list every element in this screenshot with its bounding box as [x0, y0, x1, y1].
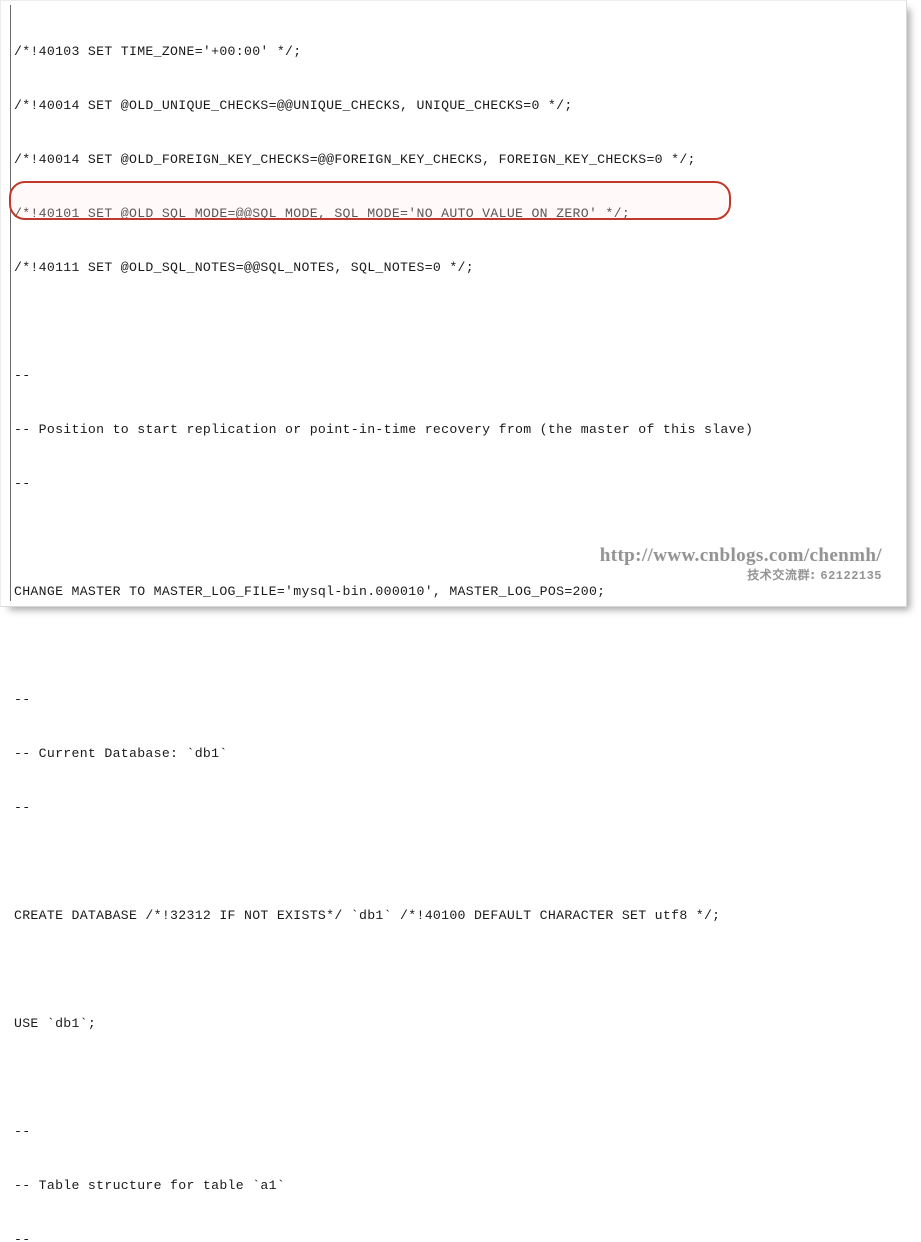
code-line: -- Table structure for table `a1` [14, 1178, 286, 1193]
code-line: CREATE DATABASE /*!32312 IF NOT EXISTS*/… [14, 908, 721, 923]
code-line: /*!40103 SET TIME_ZONE='+00:00' */; [14, 44, 302, 59]
code-line: /*!40111 SET @OLD_SQL_NOTES=@@SQL_NOTES,… [14, 260, 474, 275]
code-line: USE `db1`; [14, 1016, 97, 1031]
watermark-url: http://www.cnblogs.com/chenmh/ [599, 545, 882, 566]
code-line: /*!40014 SET @OLD_UNIQUE_CHECKS=@@UNIQUE… [14, 98, 573, 113]
watermark: http://www.cnblogs.com/chenmh/ 技术交流群: 62… [600, 546, 882, 584]
document-sheet: /*!40103 SET TIME_ZONE='+00:00' */; /*!4… [0, 0, 907, 1242]
code-line: /*!40101 SET @OLD_SQL_MODE=@@SQL_MODE, S… [14, 206, 631, 221]
code-line: -- [14, 692, 31, 707]
code-line: -- [14, 476, 31, 491]
code-line: -- [14, 800, 31, 815]
watermark-subtitle-label: 技术交流群: [747, 568, 816, 582]
code-line-change-master: CHANGE MASTER TO MASTER_LOG_FILE='mysql-… [14, 584, 606, 599]
watermark-subtitle: 技术交流群: 62122135 [600, 568, 882, 584]
watermark-qq-number: 62122135 [820, 569, 882, 583]
left-gutter-rule [10, 5, 11, 601]
code-line: -- Position to start replication or poin… [14, 422, 754, 437]
code-line: /*!40014 SET @OLD_FOREIGN_KEY_CHECKS=@@F… [14, 152, 696, 167]
sql-dump-text[interactable]: /*!40103 SET TIME_ZONE='+00:00' */; /*!4… [14, 7, 904, 1242]
code-line: -- [14, 1124, 31, 1139]
screenshot-root: /*!40103 SET TIME_ZONE='+00:00' */; /*!4… [0, 0, 921, 1242]
code-line: -- [14, 1232, 31, 1242]
code-line: -- Current Database: `db1` [14, 746, 228, 761]
code-line: -- [14, 368, 31, 383]
